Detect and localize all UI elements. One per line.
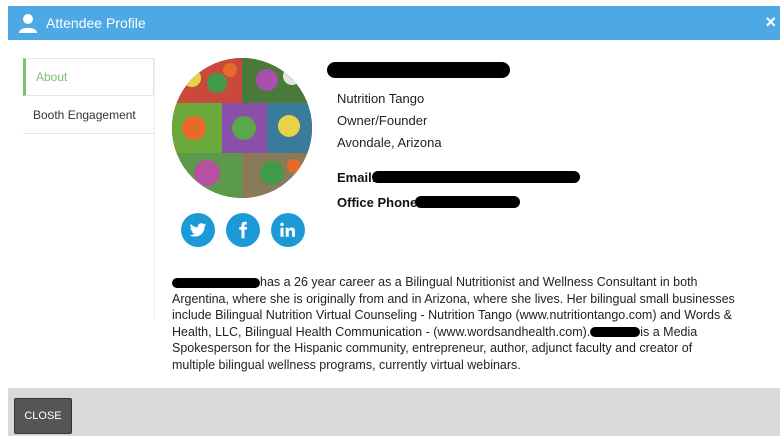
modal-footer: CLOSE (8, 388, 780, 436)
redacted-email[interactable] (372, 171, 580, 183)
location: Avondale, Arizona (337, 135, 442, 150)
redacted-attendee-name (327, 62, 510, 78)
company-name: Nutrition Tango (337, 91, 425, 106)
bio-line: Spokesperson for the Hispanic community,… (172, 341, 693, 355)
email-label: Email: (337, 170, 377, 185)
close-icon[interactable]: × (765, 12, 776, 33)
redacted-name (172, 277, 260, 288)
bio-line: Argentina, where she is originally from … (172, 291, 735, 306)
modal-title: Attendee Profile (46, 15, 146, 31)
bio-line: include Bilingual Nutrition Virtual Coun… (172, 308, 733, 322)
sidebar-item-label: Booth Engagement (33, 107, 136, 122)
bio-line: has a 26 year career as a Bilingual Nutr… (260, 275, 698, 289)
facebook-button[interactable] (226, 213, 260, 247)
avatar-photo (172, 58, 312, 198)
attendee-profile-modal: Attendee Profile × About Booth Engagemen… (0, 0, 780, 436)
close-button[interactable]: CLOSE (14, 398, 72, 434)
avatar (172, 58, 312, 198)
bio-text: has a 26 year career as a Bilingual Nutr… (172, 274, 772, 373)
sidebar-item-booth-engagement[interactable]: Booth Engagement (23, 96, 154, 134)
sidebar-item-label: About (36, 70, 68, 84)
linkedin-icon (280, 222, 295, 237)
redacted-name (590, 327, 641, 338)
linkedin-button[interactable] (271, 213, 305, 247)
modal-header: Attendee Profile × (8, 6, 780, 40)
sidebar-divider (154, 58, 155, 320)
office-phone-label: Office Phone: (337, 195, 422, 210)
job-title: Owner/Founder (337, 113, 428, 128)
twitter-icon (189, 223, 207, 237)
facebook-icon (239, 221, 248, 239)
sidebar-item-about[interactable]: About (23, 58, 154, 96)
redacted-phone (415, 196, 520, 208)
bio-line: multiple bilingual wellness programs, cu… (172, 357, 521, 372)
user-icon (19, 14, 37, 33)
bio-line: Health, LLC, Bilingual Health Communicat… (172, 324, 591, 339)
bio-line: is a Media (640, 324, 698, 339)
twitter-button[interactable] (181, 213, 215, 247)
profile-sidebar: About Booth Engagement (23, 58, 154, 134)
